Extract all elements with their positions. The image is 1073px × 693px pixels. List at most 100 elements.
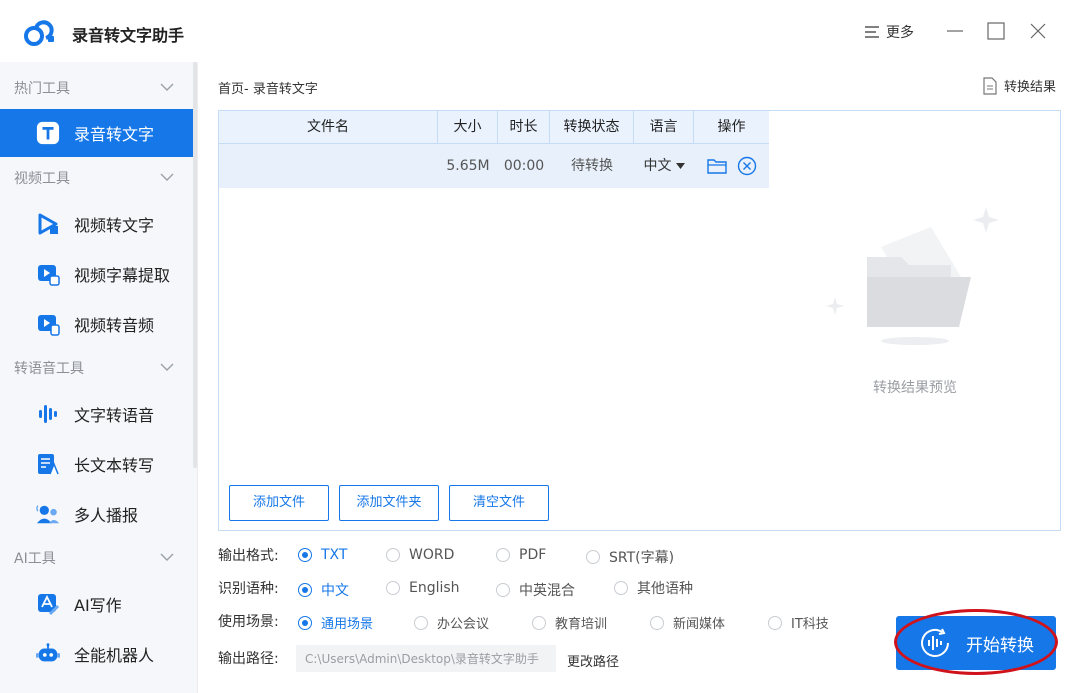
usage-scene-row: 使用场景: [218, 610, 296, 632]
sidebar-item-label: 视频字幕提取 [74, 266, 171, 285]
radio-icon [586, 550, 600, 564]
start-convert-button[interactable]: 开始转换 [896, 616, 1056, 670]
language-select-cell: 中文 [634, 144, 694, 188]
breadcrumb: 首页- 录音转文字 [218, 82, 318, 97]
output-path-row: 输出路径: [218, 647, 296, 669]
scene-option-office[interactable]: 办公会议 [414, 613, 489, 632]
sidebar-item-label: AI写作 [74, 596, 122, 615]
sidebar-scrollbar[interactable] [193, 62, 197, 468]
radio-icon [298, 615, 312, 630]
scene-option-education[interactable]: 教育培训 [532, 613, 607, 632]
scene-option-it[interactable]: IT科技 [768, 613, 829, 632]
column-header-size: 大小 [438, 111, 498, 144]
conversion-result-link[interactable]: 转换结果 [982, 76, 1056, 95]
output-path-field[interactable] [296, 645, 556, 672]
sidebar-item-label: 录音转文字 [74, 125, 155, 144]
maximize-icon[interactable] [985, 20, 1007, 42]
sidebar-item-text-to-speech[interactable]: 文字转语音 [0, 390, 193, 438]
language-select[interactable]: 中文 [634, 144, 694, 188]
file-list-panel: 文件名 大小 时长 转换状态 语言 操作 5.65M 00:00 待转换 中文 [218, 110, 770, 531]
radio-label: 教育培训 [555, 617, 608, 632]
group-video-tools[interactable]: 视频工具 [0, 158, 193, 198]
group-label: AI工具 [14, 551, 56, 567]
multi-speaker-icon [36, 502, 60, 526]
radio-label: 中文 [321, 583, 349, 599]
radio-icon [386, 548, 400, 562]
group-speech-tools[interactable]: 转语音工具 [0, 348, 193, 388]
format-option-pdf[interactable]: PDF [496, 547, 546, 563]
app-logo-icon [24, 20, 54, 46]
file-duration: 00:00 [503, 158, 545, 174]
group-label: 热门工具 [14, 81, 70, 97]
open-folder-button[interactable] [706, 157, 727, 175]
convert-wave-icon [921, 628, 949, 657]
radio-icon [386, 581, 400, 595]
scene-option-news[interactable]: 新闻媒体 [650, 613, 725, 632]
sidebar-item-label: 全能机器人 [74, 646, 155, 665]
table-header: 文件名 大小 时长 转换状态 语言 操作 [219, 111, 769, 144]
radio-icon [298, 548, 312, 562]
group-hot-tools[interactable]: 热门工具 [0, 68, 193, 108]
file-name [219, 144, 438, 188]
text-speech-icon [36, 402, 60, 426]
table-row[interactable]: 5.65M 00:00 待转换 中文 [219, 144, 769, 188]
sidebar-item-long-text[interactable]: 长文本转写 [0, 440, 193, 488]
app-title: 录音转文字助手 [72, 26, 185, 45]
close-icon[interactable] [1027, 20, 1049, 42]
sidebar-item-audio-to-text[interactable]: 录音转文字 [0, 109, 193, 157]
format-option-word[interactable]: WORD [386, 547, 454, 563]
chevron-down-icon [160, 173, 174, 181]
radio-label: English [409, 580, 460, 596]
sidebar-item-multi-speaker[interactable]: 多人播报 [0, 490, 193, 538]
add-folder-button[interactable]: 添加文件夹 [339, 485, 439, 521]
radio-icon [768, 615, 782, 630]
radio-label: IT科技 [791, 617, 829, 632]
mic-text-icon [36, 121, 60, 145]
preview-placeholder-text: 转换结果预览 [873, 380, 957, 396]
radio-label: 通用场景 [321, 617, 374, 632]
change-path-button[interactable]: 更改路径 [567, 651, 619, 670]
radio-label: WORD [409, 547, 455, 563]
result-link-label: 转换结果 [1004, 80, 1057, 95]
sidebar-item-label: 视频转音频 [74, 316, 155, 335]
more-button[interactable]: 更多 [864, 22, 914, 42]
scene-option-general[interactable]: 通用场景 [298, 613, 373, 632]
clear-files-button[interactable]: 清空文件 [449, 485, 549, 521]
sidebar-item-subtitle-extract[interactable]: 视频字幕提取 [0, 250, 193, 298]
language-option-other[interactable]: 其他语种 [614, 578, 693, 598]
radio-label: SRT(字幕) [609, 550, 675, 566]
column-header-status: 转换状态 [550, 111, 634, 144]
language-option-mixed[interactable]: 中英混合 [496, 580, 575, 600]
sidebar-item-robot[interactable]: 全能机器人 [0, 630, 193, 678]
sidebar-item-video-to-text[interactable]: 视频转文字 [0, 200, 193, 248]
radio-label: 办公会议 [437, 617, 490, 632]
sidebar-item-label: 长文本转写 [74, 456, 155, 475]
language-option-english[interactable]: English [386, 580, 460, 596]
radio-label: TXT [321, 547, 348, 563]
remove-file-button[interactable] [737, 156, 757, 176]
radio-icon [650, 615, 664, 630]
sidebar-item-ai-writing[interactable]: AI写作 [0, 580, 193, 628]
group-ai-tools[interactable]: AI工具 [0, 538, 193, 578]
document-icon [983, 76, 997, 95]
language-option-chinese[interactable]: 中文 [298, 580, 349, 600]
radio-icon [496, 548, 510, 562]
language-select-value: 中文 [643, 158, 672, 174]
output-path-label: 输出路径: [218, 651, 279, 667]
radio-label: 新闻媒体 [673, 617, 726, 632]
ai-writing-icon [36, 592, 60, 616]
format-option-txt[interactable]: TXT [298, 547, 347, 563]
sidebar-item-video-to-audio[interactable]: 视频转音频 [0, 300, 193, 348]
format-option-srt[interactable]: SRT(字幕) [586, 547, 674, 567]
minimize-icon[interactable] [944, 20, 966, 42]
video-text-icon [36, 212, 60, 236]
add-file-button[interactable]: 添加文件 [229, 485, 329, 521]
start-convert-label: 开始转换 [966, 635, 1034, 656]
usage-scene-label: 使用场景: [218, 614, 279, 630]
recognition-language-label: 识别语种: [218, 581, 279, 597]
radio-icon [414, 615, 428, 630]
long-text-icon [36, 452, 60, 476]
radio-label: PDF [519, 547, 547, 563]
radio-icon [532, 615, 546, 630]
file-size: 5.65M [446, 158, 490, 174]
